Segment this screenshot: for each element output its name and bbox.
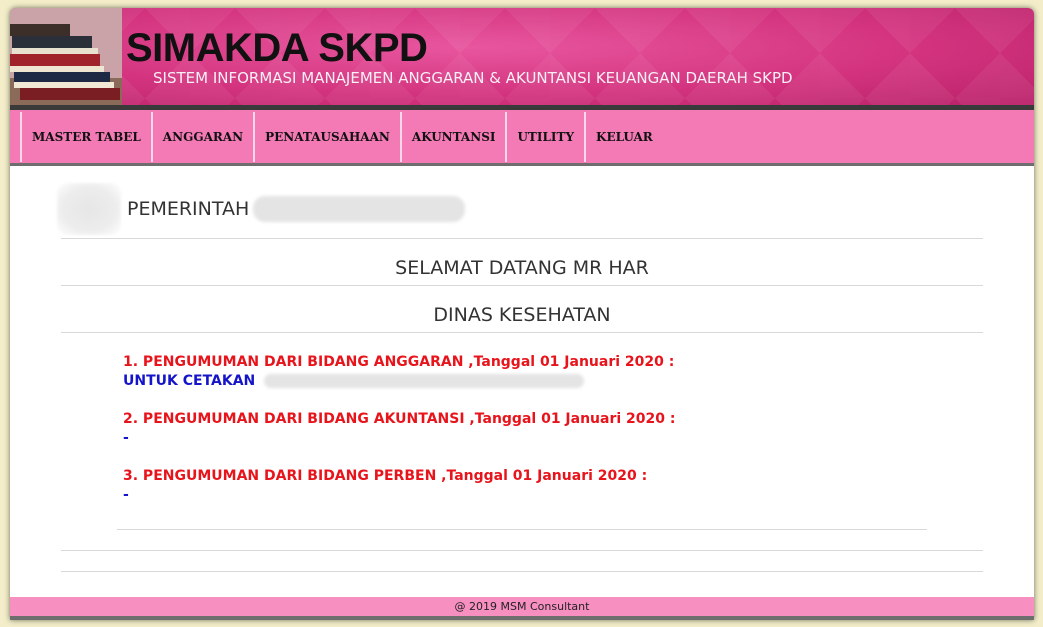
announcement-item: 1. PENGUMUMAN DARI BIDANG ANGGARAN ,Tang…: [123, 354, 674, 389]
main-menu: MASTER TABEL ANGGARAN PENATAUSAHAAN AKUN…: [10, 110, 1034, 166]
announcement-heading: 1. PENGUMUMAN DARI BIDANG ANGGARAN ,Tang…: [123, 354, 675, 370]
header-banner: SIMAKDA SKPD SISTEM INFORMASI MANAJEMEN …: [10, 8, 1034, 106]
menu-akuntansi[interactable]: AKUNTANSI: [399, 111, 506, 162]
redacted-region-name: [253, 196, 466, 222]
menu-keluar[interactable]: KELUAR: [584, 111, 663, 162]
divider: [61, 550, 983, 551]
menu-anggaran[interactable]: ANGGARAN: [150, 111, 253, 162]
announcement-heading: 3. PENGUMUMAN DARI BIDANG PERBEN ,Tangga…: [123, 468, 648, 484]
announcement-item: 2. PENGUMUMAN DARI BIDANG AKUNTANSI ,Tan…: [123, 411, 675, 446]
announcement-body: -: [123, 487, 129, 503]
footer-divider: [10, 616, 1034, 620]
menu-penatausahaan[interactable]: PENATAUSAHAAN: [253, 111, 400, 162]
divider: [117, 529, 927, 530]
divider: [61, 571, 983, 572]
divider: [61, 332, 983, 333]
announcement-body: -: [123, 430, 129, 446]
announcement-item: 3. PENGUMUMAN DARI BIDANG PERBEN ,Tangga…: [123, 468, 647, 503]
menu-master-tabel[interactable]: MASTER TABEL: [20, 111, 151, 162]
region-logo: [57, 183, 121, 235]
announcement-body: UNTUK CETAKAN: [123, 373, 674, 389]
footer: @ 2019 MSM Consultant: [10, 597, 1034, 616]
divider: [61, 285, 983, 286]
app-subtitle: SISTEM INFORMASI MANAJEMEN ANGGARAN & AK…: [153, 69, 793, 87]
divider: [61, 238, 983, 239]
books-icon: [10, 8, 122, 106]
redacted-announcement-text: [264, 374, 585, 388]
app-window: SIMAKDA SKPD SISTEM INFORMASI MANAJEMEN …: [10, 8, 1034, 620]
welcome-text: SELAMAT DATANG MR HAR: [395, 257, 649, 279]
organization-row: PEMERINTAH: [57, 183, 466, 235]
announcement-heading: 2. PENGUMUMAN DARI BIDANG AKUNTANSI ,Tan…: [123, 411, 676, 427]
app-title: SIMAKDA SKPD: [126, 26, 428, 70]
department-title: DINAS KESEHATAN: [433, 304, 611, 326]
menu-utility[interactable]: UTILITY: [505, 111, 584, 162]
org-label: PEMERINTAH: [127, 198, 250, 220]
